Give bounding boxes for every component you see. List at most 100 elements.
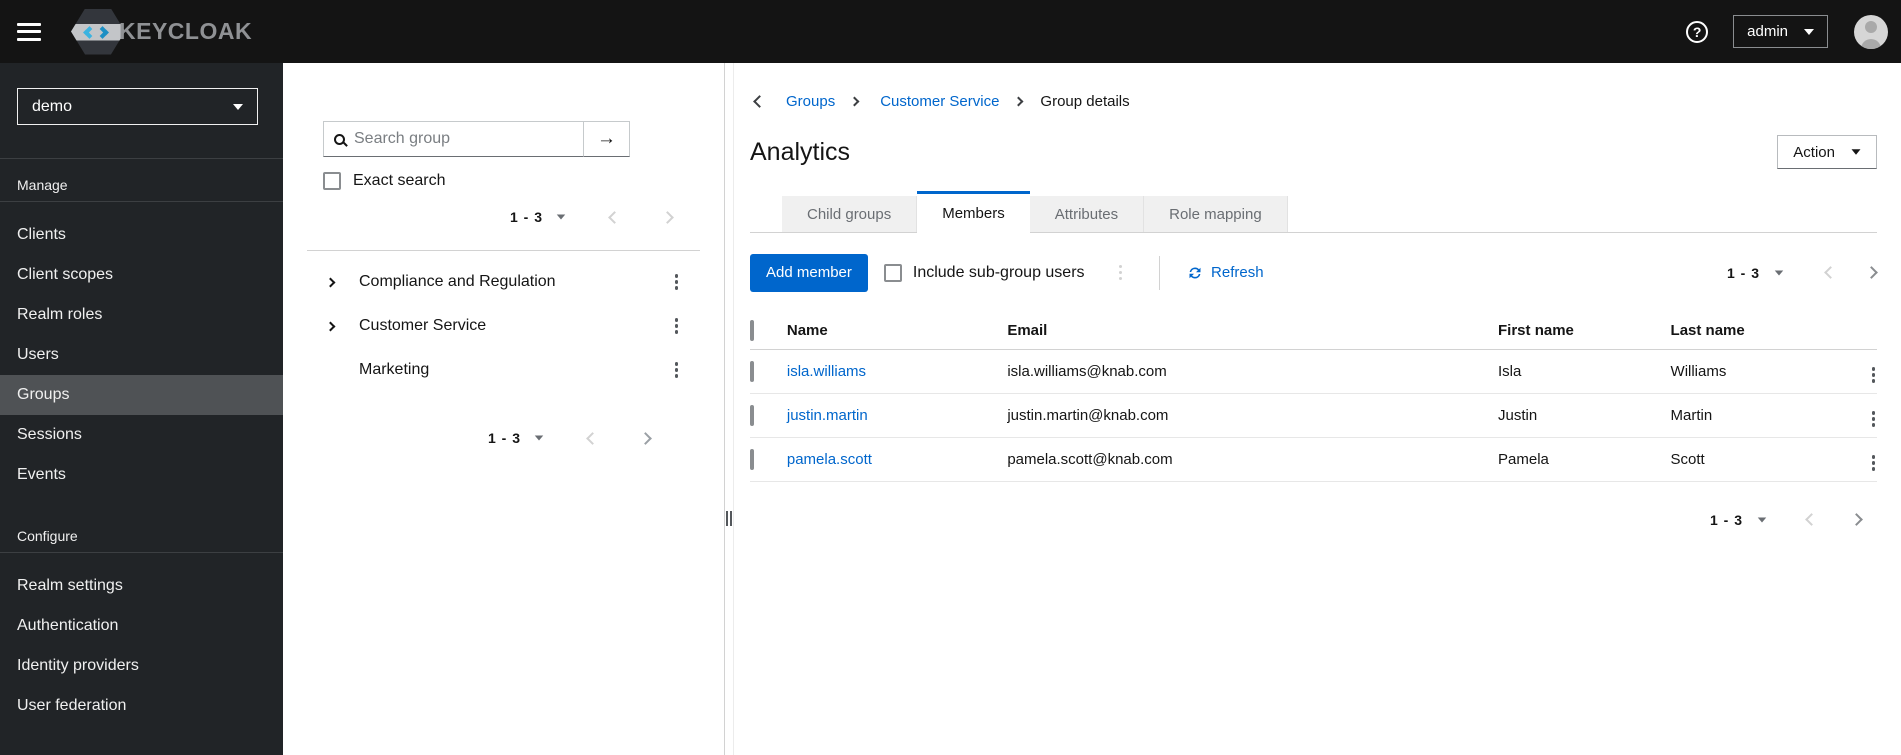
nav-section-manage: Manage (17, 177, 68, 193)
tab-strip: Child groups Members Attributes Role map… (750, 191, 1877, 233)
add-member-button[interactable]: Add member (750, 253, 868, 292)
breadcrumb-separator-icon (849, 96, 860, 106)
include-subgroup-label: Include sub-group users (912, 263, 1085, 281)
prev-page-icon[interactable] (1805, 513, 1818, 526)
chevron-down-icon (1851, 149, 1861, 155)
next-page-icon[interactable] (661, 210, 674, 224)
include-subgroup-checkbox[interactable] (883, 263, 902, 282)
member-last-name: Martin (1670, 393, 1838, 438)
sidebar-item-client-scopes[interactable]: Client scopes (0, 255, 283, 295)
brand-text: KEYCLOAK (119, 18, 253, 44)
pagination-range: 1 - 3 (1726, 264, 1760, 281)
kebab-menu-icon[interactable] (673, 316, 681, 336)
table-row: pamela.scott pamela.scott@knab.com Pamel… (750, 437, 1878, 482)
next-page-icon[interactable] (1865, 266, 1878, 279)
next-page-icon[interactable] (639, 431, 652, 445)
exact-search-checkbox[interactable] (323, 172, 341, 190)
exact-search-label: Exact search (353, 172, 446, 189)
kebab-menu-icon[interactable] (673, 360, 681, 380)
action-dropdown-label: Action (1793, 143, 1835, 161)
breadcrumb-current: Group details (1040, 92, 1130, 110)
col-header-email: Email (1007, 313, 1499, 350)
action-dropdown-button[interactable]: Action (1777, 135, 1877, 169)
sidebar-item-authentication[interactable]: Authentication (0, 606, 283, 646)
sidebar-item-users[interactable]: Users (0, 335, 283, 375)
expand-chevron-icon[interactable] (325, 321, 335, 331)
sidebar-item-clients[interactable]: Clients (0, 215, 283, 255)
avatar[interactable] (1854, 14, 1888, 49)
toolbar-kebab-icon[interactable] (1117, 263, 1125, 283)
user-menu[interactable]: admin (1733, 15, 1828, 48)
sidebar-item-events[interactable]: Events (0, 455, 283, 495)
tab-attributes[interactable]: Attributes (1029, 196, 1145, 232)
help-icon[interactable] (1686, 20, 1709, 43)
group-name[interactable]: Customer Service (359, 317, 486, 335)
member-email: isla.williams@knab.com (1007, 349, 1499, 394)
row-kebab-icon[interactable] (1870, 409, 1878, 429)
back-chevron-icon[interactable] (753, 94, 766, 108)
keycloak-logo[interactable]: KEYCLOAK (71, 8, 253, 55)
breadcrumb-customer-service[interactable]: Customer Service (880, 93, 999, 110)
realm-selector[interactable]: demo (17, 88, 258, 125)
tree-item-marketing: Marketing (323, 348, 724, 392)
user-menu-label: admin (1747, 23, 1788, 40)
breadcrumb-groups[interactable]: Groups (786, 93, 835, 110)
member-last-name: Scott (1670, 437, 1838, 482)
sidebar: demo Manage Clients Client scopes Realm … (0, 63, 283, 755)
tab-child-groups[interactable]: Child groups (782, 196, 918, 232)
sidebar-item-user-federation[interactable]: User federation (0, 686, 283, 726)
chevron-down-icon[interactable] (1757, 516, 1767, 523)
sidebar-item-realm-roles[interactable]: Realm roles (0, 295, 283, 335)
sidebar-item-sessions[interactable]: Sessions (0, 415, 283, 455)
search-submit-button[interactable] (583, 121, 630, 157)
breadcrumb: Groups Customer Service Group details (753, 91, 1877, 111)
pagination-range: 1 - 3 (487, 430, 521, 446)
sidebar-item-groups[interactable]: Groups (0, 375, 283, 415)
main-content: Groups Customer Service Group details An… (734, 63, 1901, 755)
member-name-link[interactable]: justin.martin (787, 407, 868, 424)
chevron-down-icon[interactable] (534, 435, 544, 441)
breadcrumb-separator-icon (1013, 96, 1024, 106)
row-checkbox[interactable] (750, 404, 754, 426)
prev-page-icon[interactable] (608, 210, 621, 224)
nav-section-configure: Configure (17, 528, 78, 544)
table-row: justin.martin justin.martin@knab.com Jus… (750, 393, 1878, 438)
group-name[interactable]: Compliance and Regulation (359, 273, 556, 291)
member-first-name: Justin (1498, 393, 1671, 438)
nav-toggle-icon[interactable] (17, 22, 41, 41)
prev-page-icon[interactable] (586, 431, 599, 445)
divider (307, 250, 700, 251)
expand-chevron-icon[interactable] (325, 277, 335, 287)
members-table: Name Email First name Last name isla.wil… (750, 313, 1877, 482)
tree-pagination-top: 1 - 3 (323, 203, 724, 231)
kebab-menu-icon[interactable] (673, 272, 681, 292)
member-last-name: Williams (1670, 349, 1838, 394)
member-first-name: Isla (1498, 349, 1671, 394)
panel-splitter[interactable] (724, 63, 734, 755)
prev-page-icon[interactable] (1824, 266, 1837, 279)
pagination-range: 1 - 3 (1709, 511, 1743, 528)
group-name[interactable]: Marketing (359, 361, 429, 379)
search-input[interactable] (345, 130, 583, 148)
tab-members[interactable]: Members (917, 191, 1030, 233)
group-tree-panel: Exact search 1 - 3 Compliance and Regula… (283, 63, 724, 755)
tab-role-mapping[interactable]: Role mapping (1144, 196, 1288, 232)
row-checkbox[interactable] (750, 360, 754, 382)
col-header-last-name: Last name (1670, 313, 1838, 350)
row-kebab-icon[interactable] (1870, 365, 1878, 385)
sidebar-item-realm-settings[interactable]: Realm settings (0, 566, 283, 606)
refresh-button[interactable]: Refresh (1187, 264, 1264, 281)
members-toolbar: Add member Include sub-group users Refre… (750, 253, 1878, 292)
refresh-label: Refresh (1211, 264, 1264, 281)
arrow-right-icon (597, 128, 616, 150)
chevron-down-icon[interactable] (1774, 269, 1784, 276)
member-name-link[interactable]: isla.williams (787, 363, 866, 380)
next-page-icon[interactable] (1850, 513, 1863, 526)
group-search-box (323, 121, 583, 157)
chevron-down-icon[interactable] (556, 214, 566, 220)
row-checkbox[interactable] (750, 448, 754, 470)
member-name-link[interactable]: pamela.scott (787, 451, 872, 468)
row-kebab-icon[interactable] (1870, 453, 1878, 473)
select-all-checkbox[interactable] (750, 320, 754, 342)
sidebar-item-identity-providers[interactable]: Identity providers (0, 646, 283, 686)
